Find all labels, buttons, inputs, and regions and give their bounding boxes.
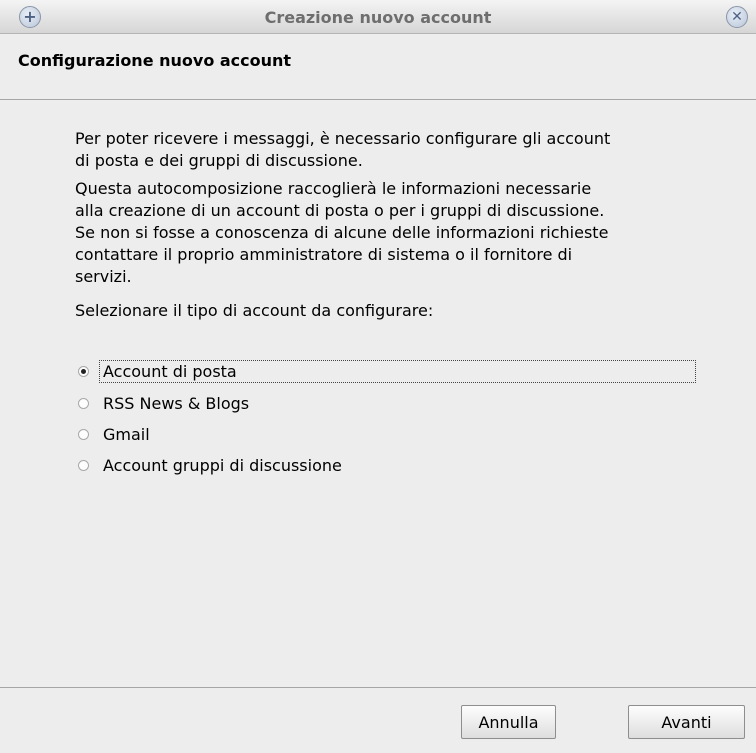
radio-option-rss[interactable]: RSS News & Blogs xyxy=(78,391,696,415)
title-bar[interactable]: + Creazione nuovo account ✕ xyxy=(0,0,756,34)
close-icon[interactable]: ✕ xyxy=(726,6,748,28)
radio-button[interactable] xyxy=(78,428,89,440)
radio-button[interactable] xyxy=(78,397,89,409)
page-title: Configurazione nuovo account xyxy=(18,51,292,70)
radio-label: RSS News & Blogs xyxy=(103,393,250,413)
radio-option-gmail[interactable]: Gmail xyxy=(78,422,696,446)
radio-option-mail-account[interactable]: Account di posta xyxy=(78,359,696,383)
account-wizard-window: + Creazione nuovo account ✕ Configurazio… xyxy=(0,0,756,753)
window-title: Creazione nuovo account xyxy=(264,8,492,27)
radio-option-newsgroup[interactable]: Account gruppi di discussione xyxy=(78,453,696,477)
radio-button[interactable] xyxy=(78,459,89,471)
radio-label: Account di posta xyxy=(99,359,696,383)
account-type-prompt: Selezionare il tipo di account da config… xyxy=(75,301,434,320)
radio-label: Gmail xyxy=(103,424,150,444)
cancel-button[interactable]: Annulla xyxy=(461,705,556,739)
wizard-header: Configurazione nuovo account xyxy=(0,34,756,100)
wizard-content: Per poter ricevere i messaggi, è necessa… xyxy=(0,100,756,687)
radio-button-checked[interactable] xyxy=(78,365,89,377)
intro-text: Per poter ricevere i messaggi, è necessa… xyxy=(75,129,611,170)
button-bar: Annulla Avanti xyxy=(0,687,756,753)
next-button[interactable]: Avanti xyxy=(628,705,745,739)
radio-label: Account gruppi di discussione xyxy=(103,455,342,475)
info-text: Questa autocomposizione raccoglierà le i… xyxy=(75,179,609,286)
